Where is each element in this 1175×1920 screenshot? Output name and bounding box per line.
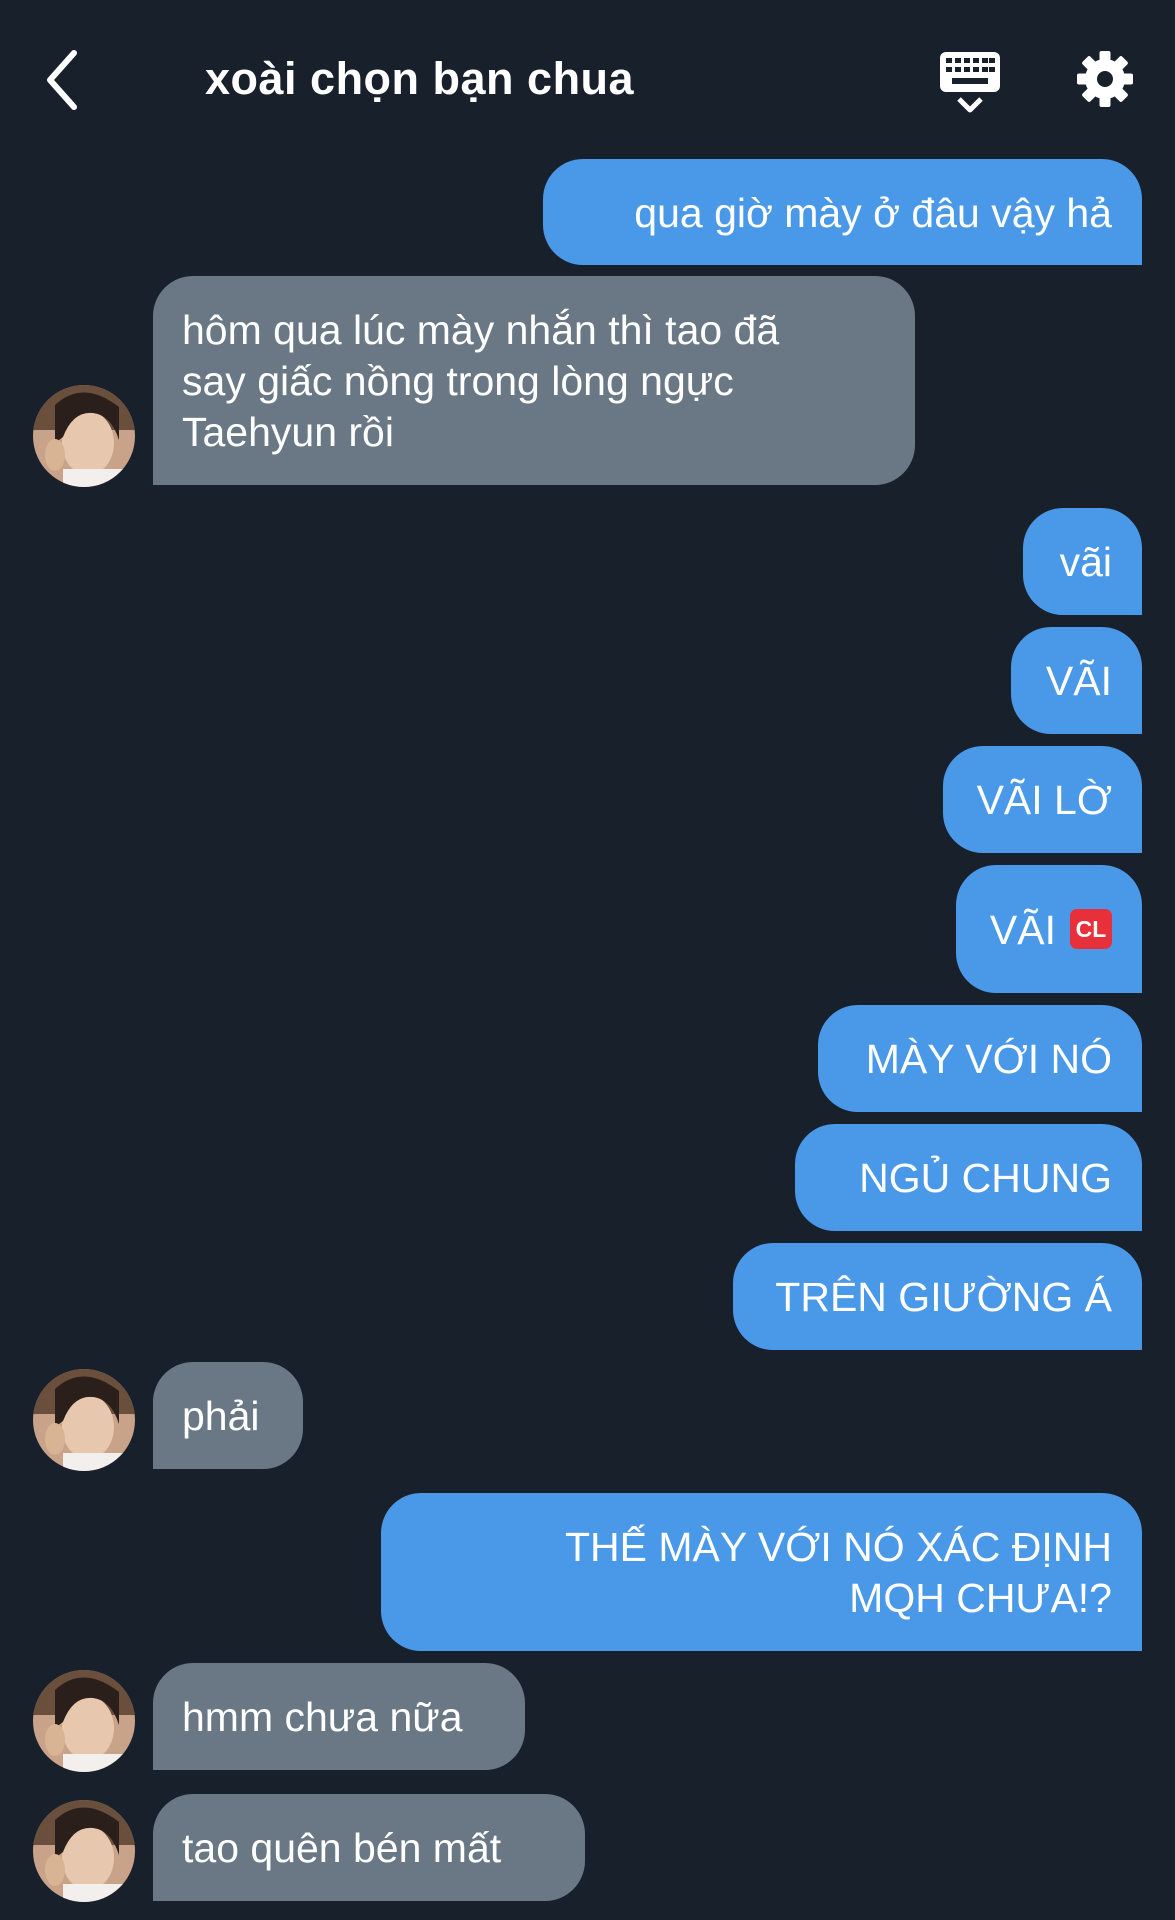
message-text: MÀY VỚI NÓ	[865, 1036, 1112, 1082]
message-outgoing[interactable]: THẾ MÀY VỚI NÓ XÁC ĐỊNH MQH CHƯA!?	[381, 1493, 1142, 1651]
message-text: TRÊN GIƯỜNG Á	[775, 1274, 1112, 1320]
message-incoming[interactable]: tao quên bén mất	[153, 1794, 585, 1901]
message-text-line: say giấc nồng trong lòng ngực	[182, 358, 734, 404]
message-text: qua giờ mày ở đâu vậy hả	[634, 190, 1112, 236]
message-text-line: hôm qua lúc mày nhắn thì tao đã	[182, 307, 780, 353]
message-incoming[interactable]: phải	[153, 1362, 303, 1469]
avatar[interactable]	[33, 1670, 135, 1772]
avatar[interactable]	[33, 385, 135, 487]
keyboard-icon	[940, 52, 1000, 113]
message-incoming[interactable]: hmm chưa nữa	[153, 1663, 525, 1770]
gear-icon	[1077, 51, 1133, 107]
chat-title: xoài chọn bạn chua	[205, 53, 635, 104]
message-text: phải	[182, 1393, 260, 1439]
message-text-line: Taehyun rồi	[182, 409, 394, 455]
message-text: hmm chưa nữa	[182, 1694, 463, 1740]
message-outgoing[interactable]: NGỦ CHUNG	[795, 1124, 1142, 1231]
message-outgoing[interactable]: VÃI LỜ	[943, 746, 1142, 853]
message-text: VÃI LỜ	[976, 777, 1112, 823]
avatar[interactable]	[33, 1369, 135, 1471]
message-outgoing[interactable]: VÃI	[1011, 627, 1142, 734]
message-outgoing[interactable]: vãi	[1023, 508, 1142, 615]
cl-button-emoji-icon: CL	[1070, 909, 1112, 950]
avatar[interactable]	[33, 1800, 135, 1902]
message-text: tao quên bén mất	[182, 1825, 502, 1871]
message-text: VÃI	[989, 907, 1056, 953]
message-outgoing[interactable]: TRÊN GIƯỜNG Á	[733, 1243, 1142, 1350]
chevron-left-icon	[47, 50, 77, 110]
message-text: NGỦ CHUNG	[859, 1155, 1112, 1201]
message-outgoing[interactable]: VÃI CL	[956, 865, 1142, 993]
message-outgoing[interactable]: MÀY VỚI NÓ	[818, 1005, 1142, 1112]
back-button[interactable]	[40, 45, 90, 115]
message-text: VÃI	[1045, 658, 1112, 704]
message-text-line: THẾ MÀY VỚI NÓ XÁC ĐỊNH	[565, 1524, 1112, 1570]
message-incoming[interactable]: hôm qua lúc mày nhắn thì tao đã say giấc…	[153, 276, 915, 485]
message-outgoing[interactable]: qua giờ mày ở đâu vậy hả	[543, 159, 1142, 265]
message-text: vãi	[1059, 539, 1112, 585]
keyboard-button[interactable]	[938, 50, 1004, 114]
settings-button[interactable]	[1076, 50, 1134, 108]
chat-header: xoài chọn bạn chua	[0, 0, 1175, 150]
message-text-line: MQH CHƯA!?	[849, 1575, 1112, 1621]
